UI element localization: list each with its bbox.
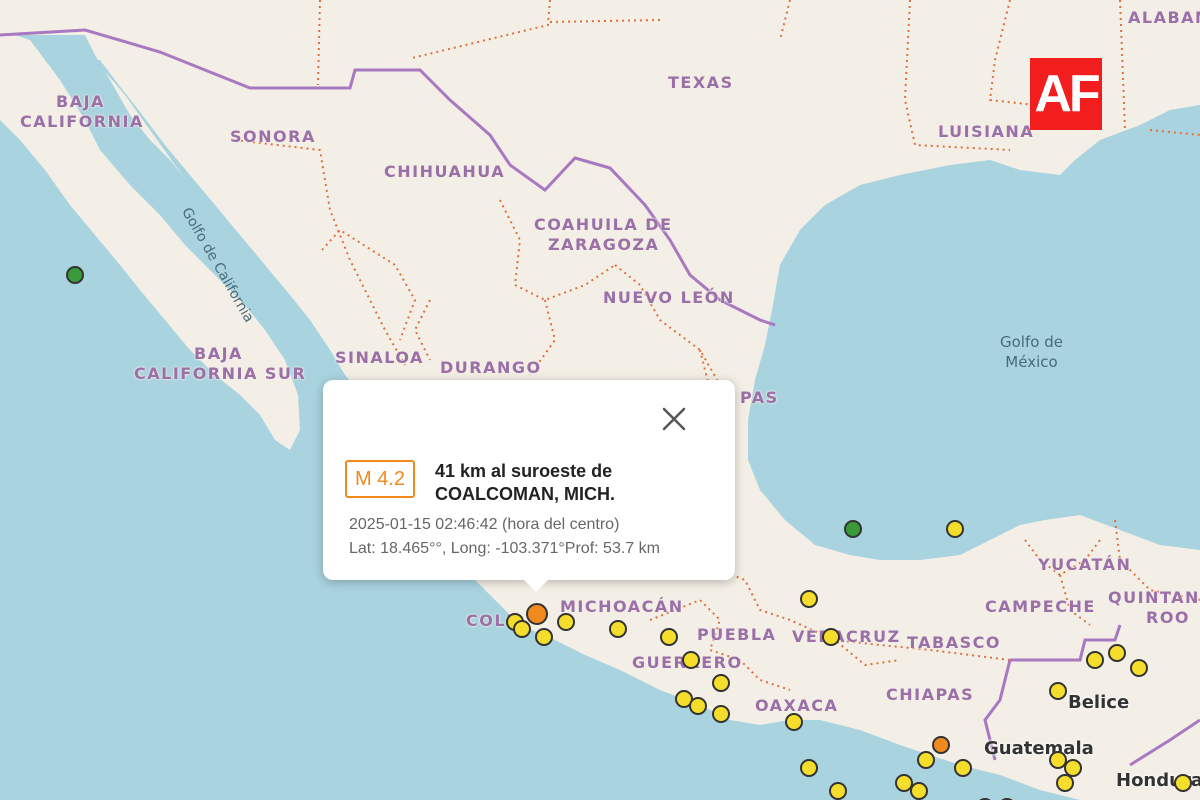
quake-marker[interactable] — [931, 735, 950, 754]
label-belice: Belice — [1068, 692, 1130, 713]
label-yucatan: YUCATÁN — [1038, 555, 1132, 574]
quake-marker[interactable] — [711, 705, 730, 724]
quake-marker[interactable] — [608, 620, 627, 639]
close-icon[interactable] — [657, 402, 691, 436]
quake-marker[interactable] — [1063, 759, 1082, 777]
quake-marker[interactable] — [946, 520, 965, 539]
label-durango: DURANGO — [440, 358, 542, 377]
label-nuevo-leon: NUEVO LEÓN — [603, 288, 735, 307]
quake-marker[interactable] — [953, 759, 972, 777]
quake-marker[interactable] — [1049, 682, 1068, 700]
popup-tip — [523, 579, 549, 592]
quake-marker[interactable] — [682, 651, 701, 670]
label-quintana-roo-1: QUINTANA — [1108, 588, 1200, 607]
label-campeche: CAMPECHE — [985, 597, 1096, 616]
label-golfo-mexico: Golfo de México — [1000, 333, 1063, 371]
quake-marker-selected[interactable] — [526, 603, 548, 625]
quake-marker[interactable] — [917, 751, 936, 770]
quake-marker[interactable] — [65, 266, 84, 285]
popup-title-line-1: 41 km al suroeste de — [435, 461, 613, 481]
label-coahuila-1: COAHUILA DE — [534, 215, 673, 234]
label-chiapas: CHIAPAS — [886, 685, 975, 704]
quake-marker[interactable] — [711, 674, 730, 693]
label-quintana-roo-2: ROO — [1146, 608, 1191, 627]
label-luisiana: LUISIANA — [938, 122, 1035, 141]
label-oaxaca: OAXACA — [755, 696, 839, 715]
quake-marker[interactable] — [689, 697, 708, 716]
quake-marker[interactable] — [1173, 774, 1192, 793]
popup-coords: Lat: 18.465°°, Long: -103.371°Prof: 53.7… — [349, 540, 660, 557]
quake-marker[interactable] — [513, 620, 532, 639]
label-tamaulipas-partial: PAS — [740, 388, 779, 407]
af-logo: AF — [1030, 58, 1102, 130]
quake-marker[interactable] — [784, 712, 803, 731]
quake-popup: M 4.2 41 km al suroeste de COALCOMAN, MI… — [323, 380, 735, 592]
label-baja-california-1: BAJA — [56, 92, 105, 111]
quake-marker[interactable] — [660, 628, 679, 647]
label-tabasco: TABASCO — [907, 633, 1001, 652]
label-sonora: SONORA — [230, 127, 316, 146]
label-sinaloa: SINALOA — [335, 348, 424, 367]
quake-marker[interactable] — [1107, 643, 1126, 662]
label-michoacan: MICHOACÁN — [560, 597, 684, 616]
quake-marker[interactable] — [1129, 658, 1148, 677]
quake-marker[interactable] — [1056, 774, 1075, 793]
popup-datetime: 2025-01-15 02:46:42 (hora del centro) — [349, 516, 620, 533]
quake-marker[interactable] — [843, 520, 862, 539]
label-puebla: PUEBLA — [697, 625, 777, 644]
label-alabama: ALABAM — [1128, 8, 1200, 27]
label-chihuahua: CHIHUAHUA — [384, 162, 506, 181]
popup-title-line-2: COALCOMAN, MICH. — [435, 484, 615, 504]
quake-marker[interactable] — [821, 628, 840, 647]
quake-marker[interactable] — [799, 759, 818, 777]
label-baja-california-sur-2: CALIFORNIA SUR — [134, 364, 307, 383]
popup-title: 41 km al suroeste de COALCOMAN, MICH. — [435, 460, 615, 506]
label-texas: TEXAS — [668, 73, 734, 92]
quake-marker[interactable] — [1085, 651, 1104, 670]
quake-marker[interactable] — [557, 612, 576, 631]
label-coahuila-2: ZARAGOZA — [548, 235, 660, 254]
quake-marker[interactable] — [535, 628, 554, 647]
quake-marker[interactable] — [828, 782, 847, 800]
map-canvas[interactable]: BAJA CALIFORNIA SONORA CHIHUAHUA TEXAS L… — [0, 0, 1200, 800]
label-guatemala: Guatemala — [984, 738, 1094, 759]
magnitude-badge: M 4.2 — [345, 460, 415, 498]
quake-marker[interactable] — [799, 589, 818, 608]
label-veracruz: VERACRUZ — [792, 627, 901, 646]
quake-marker[interactable] — [909, 782, 928, 800]
label-baja-california-2: CALIFORNIA — [20, 112, 144, 131]
label-baja-california-sur-1: BAJA — [194, 344, 243, 363]
